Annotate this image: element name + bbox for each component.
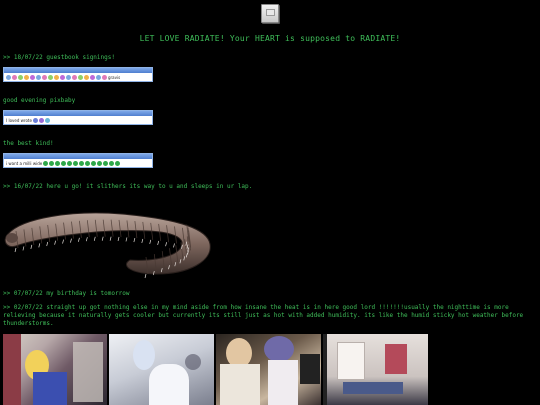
- emoji-icon: [109, 160, 115, 166]
- emoji-icon: [72, 74, 77, 80]
- emoji-icon: [102, 74, 107, 80]
- emoji-icon: [115, 160, 121, 166]
- emoji-row: [43, 160, 121, 166]
- guestbook-signing-text: gravis: [108, 74, 121, 80]
- guestbook-signing-2: I loved wrote: [3, 110, 153, 125]
- emoji-icon: [49, 160, 55, 166]
- entry-best-kind: the best kind!: [3, 140, 54, 147]
- emoji-icon: [36, 74, 41, 80]
- entry-heat: >> 02/07/22 straight up got nothing else…: [3, 304, 524, 327]
- emoji-icon: [24, 74, 29, 80]
- photo-room-wall[interactable]: [323, 334, 428, 405]
- emoji-icon: [54, 74, 59, 80]
- emoji-icon: [90, 74, 95, 80]
- emoji-icon: [84, 74, 89, 80]
- emoji-icon: [30, 74, 35, 80]
- emoji-icon: [96, 74, 101, 80]
- emoji-icon: [38, 117, 44, 123]
- page: LET LOVE RADIATE! Your HEART is supposed…: [0, 0, 540, 405]
- emoji-icon: [6, 74, 11, 80]
- emoji-icon: [91, 160, 97, 166]
- photo-strip: [3, 334, 428, 405]
- guestbook-signing-1: gravis: [3, 67, 153, 82]
- emoji-icon: [32, 117, 38, 123]
- emoji-icon: [79, 160, 85, 166]
- emoji-icon: [42, 74, 47, 80]
- emoji-icon: [78, 74, 83, 80]
- guestbook-signing-body: I loved wrote: [4, 116, 152, 124]
- emoji-icon: [44, 117, 50, 123]
- emoji-icon: [61, 160, 67, 166]
- emoji-icon: [97, 160, 103, 166]
- guestbook-signing-text: I loved wrote: [6, 117, 32, 123]
- entry-millipede: >> 16/07/22 here u go! it slithers its w…: [3, 183, 253, 190]
- photo-anime-figure[interactable]: [3, 334, 107, 405]
- page-headline: LET LOVE RADIATE! Your HEART is supposed…: [139, 34, 401, 43]
- photo-dolls-group[interactable]: [216, 334, 321, 405]
- entry-guestbook-date: >> 18/07/22 guestbook signings!: [3, 54, 115, 61]
- guestbook-signing-body: i want a milli wide: [4, 159, 152, 167]
- photo-doll-white[interactable]: [109, 334, 214, 405]
- emoji-icon: [18, 74, 23, 80]
- emoji-icon: [67, 160, 73, 166]
- emoji-icon: [55, 160, 61, 166]
- emoji-icon: [85, 160, 91, 166]
- emoji-icon: [103, 160, 109, 166]
- entry-birthday: >> 07/07/22 my birthday is tomorrow: [3, 290, 130, 297]
- guestbook-signing-text: i want a milli wide: [6, 160, 43, 166]
- emoji-icon: [48, 74, 53, 80]
- emoji-icon: [43, 160, 49, 166]
- emoji-icon: [66, 74, 71, 80]
- emoji-row: [32, 117, 50, 123]
- millipede-image: [4, 212, 211, 279]
- guestbook-signing-body: gravis: [4, 73, 152, 81]
- emoji-icon: [60, 74, 65, 80]
- emoji-row: [6, 74, 107, 80]
- guestbook-signing-3: i want a milli wide: [3, 153, 153, 168]
- emoji-icon: [73, 160, 79, 166]
- entry-greeting: good evening pixbaby: [3, 97, 76, 104]
- emoji-icon: [12, 74, 17, 80]
- window-icon[interactable]: [261, 4, 279, 23]
